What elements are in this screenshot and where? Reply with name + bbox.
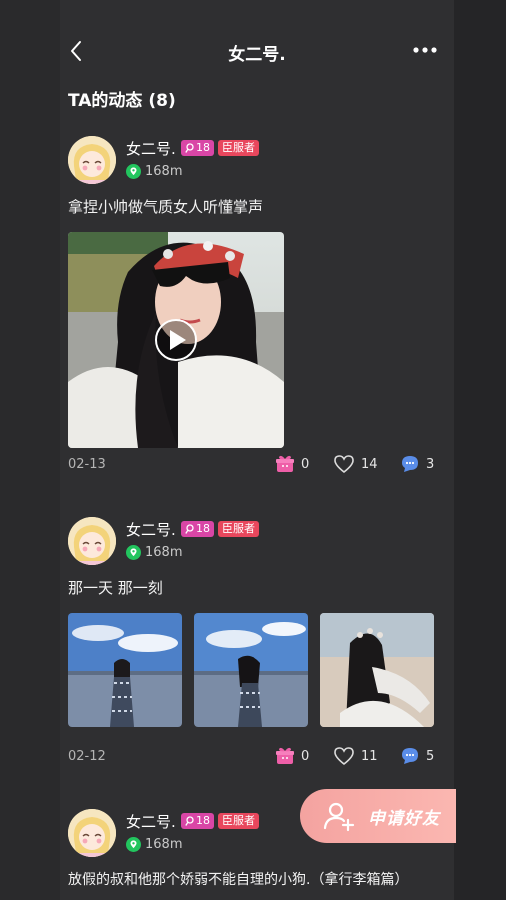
- top-bar: 女二号.: [60, 28, 454, 74]
- age-value: 18: [196, 522, 210, 535]
- app-screen: 女二号. TA的动态 (8) 女二号. 18 臣服者 168m 拿捏小帅做气质女…: [0, 0, 506, 900]
- age-value: 18: [196, 814, 210, 827]
- add-friend-label: 申请好友: [368, 808, 440, 829]
- role-badge: 臣服者: [218, 813, 259, 829]
- gift-icon: [276, 747, 294, 764]
- page-title: 女二号.: [228, 45, 286, 65]
- gender-icon: [185, 523, 194, 534]
- distance-value: 168m: [145, 164, 183, 179]
- gift-stat[interactable]: 0: [275, 454, 309, 474]
- role-badge: 臣服者: [218, 521, 259, 537]
- location-pin-icon: [126, 545, 141, 560]
- like-count: 11: [361, 748, 378, 764]
- gift-count: 0: [301, 748, 310, 764]
- gift-icon: [276, 455, 294, 472]
- location-pin-icon: [126, 837, 141, 852]
- avatar[interactable]: [68, 809, 116, 857]
- more-dots-icon: [413, 47, 437, 53]
- gender-icon: [185, 815, 194, 826]
- distance: 168m: [126, 545, 182, 560]
- post-text: 放假的叔和他那个娇弱不能自理的小狗.（拿行李箱篇）: [68, 872, 409, 888]
- section-title: TA的动态 (8): [68, 91, 176, 111]
- avatar-image: [68, 136, 116, 184]
- avatar[interactable]: [68, 517, 116, 565]
- comment-button[interactable]: 3: [400, 454, 434, 474]
- age-badge: 18: [181, 140, 214, 156]
- photo-thumbnail[interactable]: [320, 613, 434, 727]
- post-text: 那一天 那一刻: [68, 579, 163, 597]
- age-badge: 18: [181, 813, 214, 829]
- post-date: 02-12: [68, 749, 106, 764]
- more-button[interactable]: [412, 38, 438, 62]
- username[interactable]: 女二号.: [126, 519, 176, 540]
- comment-count: 5: [426, 748, 435, 764]
- photo-thumbnail[interactable]: [68, 613, 182, 727]
- gift-count: 0: [301, 456, 310, 472]
- avatar-image: [68, 517, 116, 565]
- photo-image: [68, 613, 182, 727]
- distance-value: 168m: [145, 837, 183, 852]
- like-button[interactable]: 14: [333, 454, 378, 474]
- feed-column: 女二号. TA的动态 (8) 女二号. 18 臣服者 168m 拿捏小帅做气质女…: [60, 0, 454, 900]
- distance: 168m: [126, 164, 182, 179]
- heart-icon: [334, 455, 354, 474]
- post-text: 拿捏小帅做气质女人听懂掌声: [68, 198, 264, 216]
- gender-icon: [185, 142, 194, 153]
- like-count: 14: [361, 456, 378, 472]
- age-value: 18: [196, 141, 210, 154]
- comment-icon: [402, 748, 418, 764]
- photo-thumbnail[interactable]: [194, 613, 308, 727]
- add-user-icon: [323, 802, 355, 832]
- video-thumbnail[interactable]: [68, 232, 284, 448]
- gift-stat[interactable]: 0: [275, 746, 309, 766]
- photo-image: [194, 613, 308, 727]
- add-friend-button[interactable]: 申请好友: [300, 789, 456, 843]
- post-date: 02-13: [68, 457, 106, 472]
- avatar-image: [68, 809, 116, 857]
- avatar[interactable]: [68, 136, 116, 184]
- heart-icon: [334, 747, 354, 766]
- right-margin: [454, 0, 506, 900]
- photo-image: [320, 613, 434, 727]
- username[interactable]: 女二号.: [126, 811, 176, 832]
- video-image: [68, 232, 284, 448]
- like-button[interactable]: 11: [333, 746, 378, 766]
- left-margin: [0, 0, 60, 900]
- location-pin-icon: [126, 164, 141, 179]
- username[interactable]: 女二号.: [126, 138, 176, 159]
- comment-count: 3: [426, 456, 435, 472]
- role-badge: 臣服者: [218, 140, 259, 156]
- comment-button[interactable]: 5: [400, 746, 434, 766]
- age-badge: 18: [181, 521, 214, 537]
- comment-icon: [402, 456, 418, 472]
- distance-value: 168m: [145, 545, 183, 560]
- distance: 168m: [126, 837, 182, 852]
